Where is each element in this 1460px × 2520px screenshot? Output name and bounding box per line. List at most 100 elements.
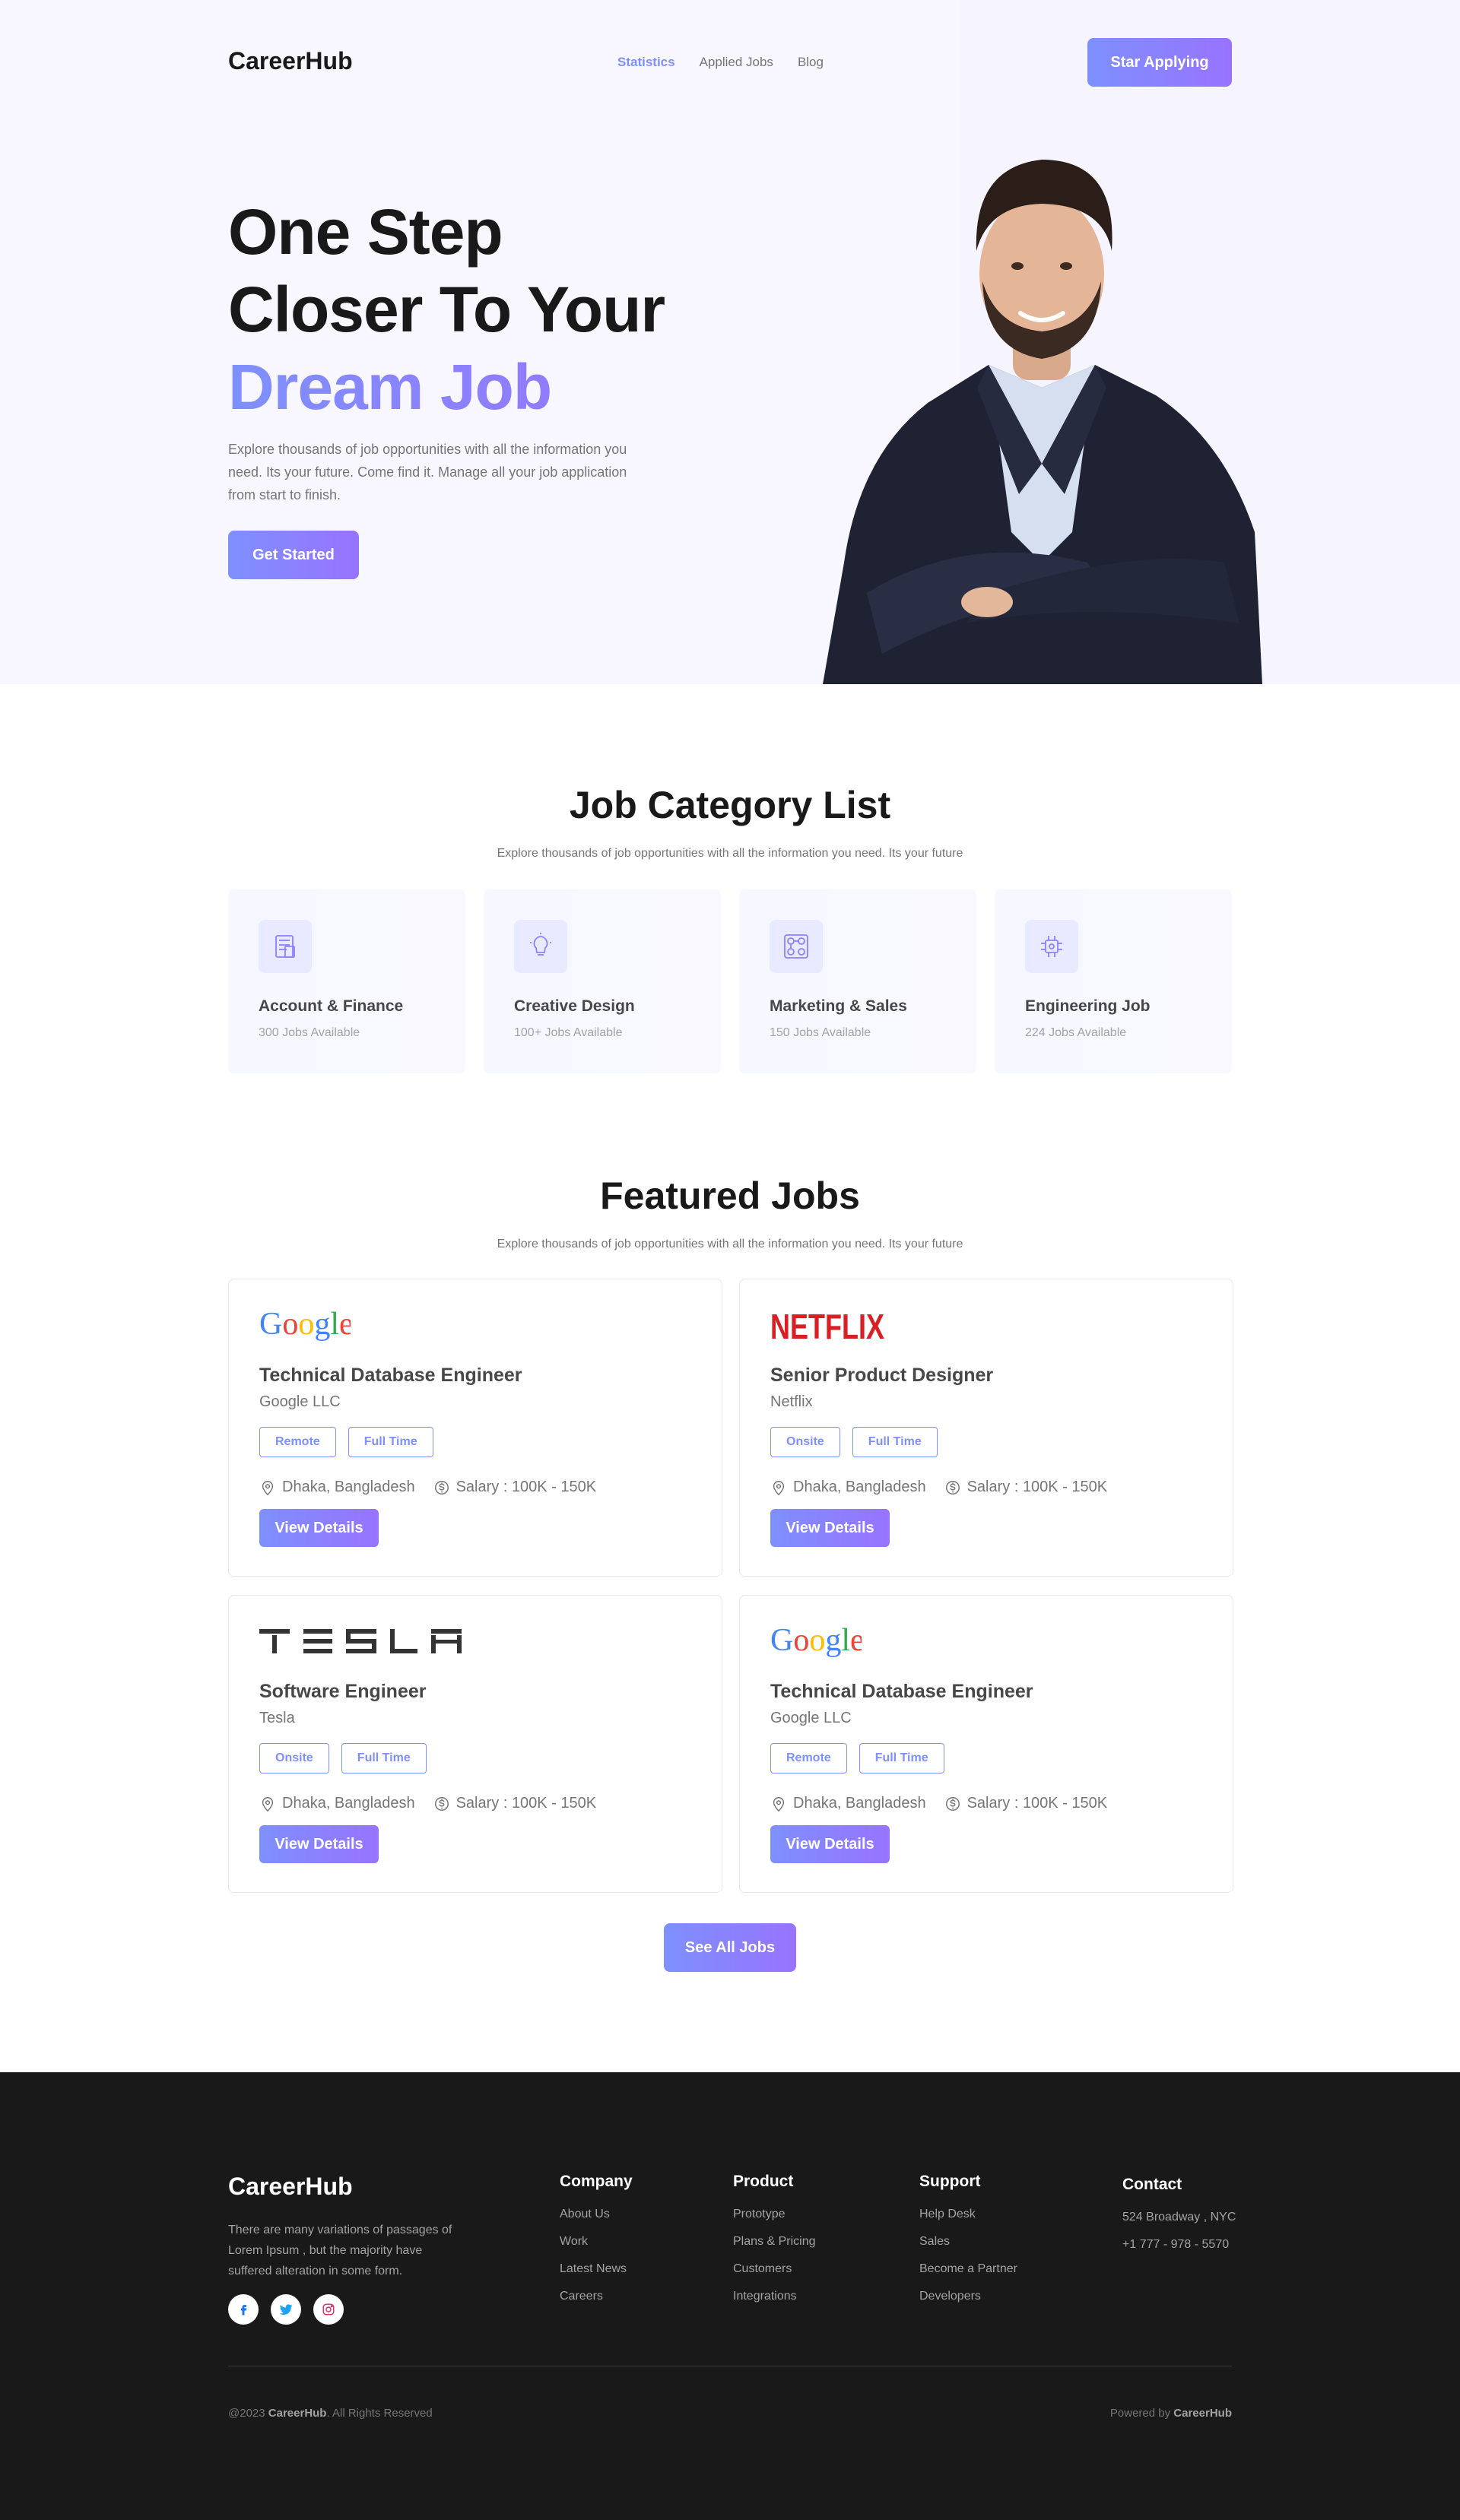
category-section-subtitle: Explore thousands of job opportunities w… <box>497 847 963 860</box>
footer-column-title: Company <box>560 2173 633 2190</box>
job-title: Technical Database Engineer <box>770 1681 1033 1702</box>
footer-link-become-partner[interactable]: Become a Partner <box>919 2262 1017 2276</box>
job-tag-full-time: Full Time <box>348 1427 433 1457</box>
main-nav: Statistics Applied Jobs Blog <box>617 55 824 70</box>
footer-link-customers[interactable]: Customers <box>733 2262 816 2276</box>
footer-link-careers[interactable]: Careers <box>560 2290 633 2303</box>
category-count: 150 Jobs Available <box>770 1026 871 1039</box>
twitter-icon[interactable] <box>271 2294 301 2325</box>
footer-column-product: Product Prototype Plans & Pricing Custom… <box>733 2173 816 2317</box>
footer-link-work[interactable]: Work <box>560 2235 633 2249</box>
footer-logo[interactable]: CareerHub <box>228 2173 353 2201</box>
copyright-year: @2023 <box>228 2407 265 2420</box>
nav-link-blog[interactable]: Blog <box>798 55 824 70</box>
category-card-creative-design[interactable]: Creative Design 100+ Jobs Available <box>484 889 721 1073</box>
hero-title-line-2: Closer To Your <box>228 274 665 345</box>
job-company: Google LLC <box>259 1393 341 1410</box>
job-tag-full-time: Full Time <box>852 1427 938 1457</box>
job-meta: Dhaka, Bangladesh Salary : 100K - 150K <box>259 1479 596 1496</box>
job-tag-onsite: Onsite <box>770 1427 840 1457</box>
footer-contact-address: 524 Broadway , NYC <box>1122 2211 1236 2224</box>
footer-link-plans-pricing[interactable]: Plans & Pricing <box>733 2235 816 2249</box>
see-all-jobs-button[interactable]: See All Jobs <box>664 1923 796 1972</box>
powered-by-text: Powered by <box>1109 2407 1171 2420</box>
job-title: Technical Database Engineer <box>259 1365 522 1386</box>
dollar-icon <box>434 1480 449 1495</box>
footer-link-help-desk[interactable]: Help Desk <box>919 2208 1017 2221</box>
footer-link-sales[interactable]: Sales <box>919 2235 1017 2249</box>
start-applying-button[interactable]: Star Applying <box>1087 38 1232 87</box>
footer-column-contact: Contact 524 Broadway , NYC +1 777 - 978 … <box>1122 2176 1236 2265</box>
location-icon <box>262 1796 274 1812</box>
nav-link-applied-jobs[interactable]: Applied Jobs <box>700 55 773 70</box>
category-section-title: Job Category List <box>569 784 891 826</box>
job-tags: Onsite Full Time <box>770 1427 938 1457</box>
job-meta: Dhaka, Bangladesh Salary : 100K - 150K <box>770 1795 1107 1812</box>
footer-link-prototype[interactable]: Prototype <box>733 2208 816 2221</box>
job-meta: Dhaka, Bangladesh Salary : 100K - 150K <box>259 1795 596 1812</box>
footer-copyright: @2023 CareerHub. All Rights Reserved <box>228 2407 433 2420</box>
footer-column-support: Support Help Desk Sales Become a Partner… <box>919 2173 1017 2317</box>
powered-by-brand[interactable]: CareerHub <box>1173 2407 1232 2420</box>
view-details-button[interactable]: View Details <box>770 1509 890 1547</box>
location-icon <box>262 1480 274 1495</box>
google-logo: Google <box>770 1623 862 1658</box>
job-company: Netflix <box>770 1393 813 1410</box>
job-tag-onsite: Onsite <box>259 1743 329 1774</box>
job-meta: Dhaka, Bangladesh Salary : 100K - 150K <box>770 1479 1107 1496</box>
view-details-button[interactable]: View Details <box>770 1825 890 1863</box>
footer-column-title: Product <box>733 2173 794 2190</box>
facebook-icon[interactable] <box>228 2294 259 2325</box>
job-location: Dhaka, Bangladesh <box>793 1479 926 1495</box>
job-tags: Remote Full Time <box>770 1743 944 1774</box>
category-count: 100+ Jobs Available <box>514 1026 623 1039</box>
social-network-icon <box>770 920 823 973</box>
copyright-text: . All Rights Reserved <box>326 2407 433 2420</box>
job-tag-remote: Remote <box>770 1743 847 1774</box>
footer-link-latest-news[interactable]: Latest News <box>560 2262 633 2276</box>
job-salary: Salary : 100K - 150K <box>966 1795 1108 1812</box>
category-count: 224 Jobs Available <box>1025 1026 1127 1039</box>
category-name: Marketing & Sales <box>770 997 907 1015</box>
featured-section-subtitle: Explore thousands of job opportunities w… <box>497 1238 963 1250</box>
view-details-button[interactable]: View Details <box>259 1509 379 1547</box>
footer-description: There are many variations of passages of… <box>228 2224 452 2278</box>
nav-link-statistics[interactable]: Statistics <box>617 55 675 70</box>
hero-description: Explore thousands of job opportunities w… <box>228 442 627 502</box>
footer-contact-phone[interactable]: +1 777 - 978 - 5570 <box>1122 2238 1236 2252</box>
category-name: Creative Design <box>514 997 635 1015</box>
job-company: Tesla <box>259 1710 295 1726</box>
dollar-icon <box>434 1796 449 1811</box>
accounts-icon <box>259 920 312 973</box>
instagram-icon[interactable] <box>313 2294 344 2325</box>
job-salary: Salary : 100K - 150K <box>455 1479 597 1495</box>
site-footer: CareerHub There are many variations of p… <box>0 2072 1460 2520</box>
location-icon <box>773 1796 785 1812</box>
view-details-button[interactable]: View Details <box>259 1825 379 1863</box>
hero-section: CareerHub Statistics Applied Jobs Blog S… <box>0 0 1460 684</box>
footer-link-about-us[interactable]: About Us <box>560 2208 633 2221</box>
social-links <box>228 2294 344 2325</box>
category-card-marketing-sales[interactable]: Marketing & Sales 150 Jobs Available <box>739 889 976 1073</box>
job-salary: Salary : 100K - 150K <box>455 1795 597 1812</box>
hero-person-photo <box>823 160 1262 684</box>
category-card-engineering[interactable]: Engineering Job 224 Jobs Available <box>995 889 1232 1073</box>
job-location: Dhaka, Bangladesh <box>793 1795 926 1812</box>
category-name: Account & Finance <box>259 997 404 1015</box>
tesla-logo <box>259 1629 462 1653</box>
job-tag-full-time: Full Time <box>859 1743 944 1774</box>
site-logo[interactable]: CareerHub <box>228 47 353 75</box>
footer-link-integrations[interactable]: Integrations <box>733 2290 816 2303</box>
location-icon <box>773 1480 785 1495</box>
featured-section-title: Featured Jobs <box>600 1174 860 1217</box>
get-started-button[interactable]: Get Started <box>228 531 359 579</box>
job-title: Software Engineer <box>259 1681 427 1702</box>
footer-link-developers[interactable]: Developers <box>919 2290 1017 2303</box>
job-tags: Remote Full Time <box>259 1427 433 1457</box>
svg-text:NETFLIX: NETFLIX <box>770 1307 884 1343</box>
lightbulb-icon <box>514 920 567 973</box>
footer-powered-by: Powered by CareerHub <box>1110 2407 1232 2420</box>
job-location: Dhaka, Bangladesh <box>282 1479 415 1495</box>
job-card: Google Technical Database Engineer Googl… <box>228 1279 722 1577</box>
category-card-account-finance[interactable]: Account & Finance 300 Jobs Available <box>228 889 465 1073</box>
